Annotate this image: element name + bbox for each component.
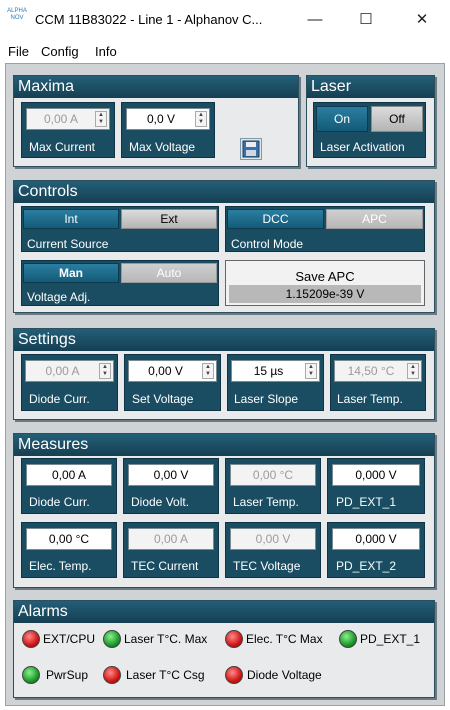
- voltage-adj-label: Voltage Adj.: [27, 290, 91, 304]
- alarm-pd-ext-1-led-icon: [339, 630, 357, 648]
- current-source-ext-button[interactable]: Ext: [121, 209, 217, 229]
- setting-laser-slope-value: 15 µs: [253, 364, 284, 378]
- setting-set-voltage-label: Set Voltage: [132, 392, 194, 406]
- measures-title: Measures: [14, 434, 434, 456]
- menu-file[interactable]: File: [8, 44, 29, 59]
- setting-diode-curr-label: Diode Curr.: [29, 392, 90, 406]
- maxima-title: Maxima: [14, 76, 298, 98]
- voltage-adj-auto-button[interactable]: Auto: [121, 263, 217, 283]
- measure-laser-temp-value: 0,00 °C: [230, 464, 316, 486]
- alarm-diode-voltage-led-icon: [225, 666, 243, 684]
- alarm-elec-temp-max-label: Elec. T°C Max: [246, 632, 323, 646]
- window-title: CCM 11B83022 - Line 1 - Alphanov C...: [35, 12, 263, 27]
- laser-activation-label: Laser Activation: [320, 140, 405, 154]
- measure-tec-voltage-value: 0,00 V: [230, 528, 316, 550]
- save-apc-label: Save APC: [295, 269, 355, 284]
- alarm-laser-temp-max-label: Laser T°C. Max: [124, 632, 208, 646]
- setting-laser-temp-value: 14,50 °C: [347, 364, 395, 378]
- measure-pd-ext-1-label: PD_EXT_1: [336, 495, 397, 509]
- setting-diode-curr-value: 0,00 A: [45, 364, 80, 378]
- measure-diode-curr-value: 0,00 A: [26, 464, 112, 486]
- alarm-pwrsup-led-icon: [22, 666, 40, 684]
- spinner-arrows-icon[interactable]: ▲ ▼: [95, 111, 107, 127]
- alarm-laser-temp-max-led-icon: [103, 630, 121, 648]
- spinner-arrows-icon[interactable]: ▲ ▼: [99, 363, 111, 379]
- close-button[interactable]: ✕: [407, 8, 437, 32]
- max-voltage-label: Max Voltage: [129, 140, 196, 154]
- laser-off-button[interactable]: Off: [371, 106, 423, 132]
- controls-title: Controls: [14, 181, 434, 203]
- alarm-pd-ext-1-label: PD_EXT_1: [360, 632, 421, 646]
- settings-title: Settings: [14, 329, 434, 351]
- max-voltage-value: 0,0 V: [146, 112, 176, 126]
- alarms-panel: Alarms: [13, 600, 435, 698]
- laser-title: Laser: [307, 76, 434, 98]
- current-source-label: Current Source: [27, 237, 109, 251]
- alarm-laser-temp-csg-led-icon: [103, 666, 121, 684]
- spinner-arrows-icon[interactable]: ▲ ▼: [202, 363, 214, 379]
- measure-pd-ext-2-label: PD_EXT_2: [336, 559, 397, 573]
- control-mode-apc-button[interactable]: APC: [326, 209, 423, 229]
- title-bar: ALPHA NOV CCM 11B83022 - Line 1 - Alphan…: [0, 0, 450, 40]
- save-apc-value: 1.15209e-39 V: [229, 285, 421, 303]
- minimize-button[interactable]: —: [300, 8, 330, 32]
- alarms-title: Alarms: [14, 601, 434, 623]
- measure-tec-current-label: TEC Current: [131, 559, 199, 573]
- measure-pd-ext-2-value: 0,000 V: [332, 528, 420, 550]
- measure-diode-volt-label: Diode Volt.: [131, 495, 190, 509]
- measure-pd-ext-1-value: 0,000 V: [332, 464, 420, 486]
- alarm-laser-temp-csg-label: Laser T°C Csg: [126, 668, 205, 682]
- measure-tec-voltage-label: TEC Voltage: [233, 559, 301, 573]
- alarm-ext-cpu-label: EXT/CPU: [43, 632, 96, 646]
- menu-info[interactable]: Info: [95, 44, 117, 59]
- alarm-diode-voltage-label: Diode Voltage: [247, 668, 322, 682]
- measure-elec-temp-value: 0,00 °C: [26, 528, 112, 550]
- laser-on-button[interactable]: On: [316, 106, 368, 132]
- save-apc-button[interactable]: Save APC 1.15209e-39 V: [225, 260, 425, 306]
- spinner-arrows-icon[interactable]: ▲ ▼: [195, 111, 207, 127]
- setting-diode-curr-input[interactable]: 0,00 A ▲ ▼: [25, 360, 114, 382]
- alarm-pwrsup-label: PwrSup: [46, 668, 89, 682]
- spinner-arrows-icon[interactable]: ▲ ▼: [407, 363, 419, 379]
- measure-tec-current-value: 0,00 A: [128, 528, 214, 550]
- control-mode-dcc-button[interactable]: DCC: [227, 209, 324, 229]
- measure-elec-temp-label: Elec. Temp.: [29, 559, 92, 573]
- menu-config[interactable]: Config: [41, 44, 79, 59]
- setting-laser-slope-input[interactable]: 15 µs ▲ ▼: [231, 360, 320, 382]
- max-voltage-input[interactable]: 0,0 V ▲ ▼: [126, 108, 210, 130]
- setting-laser-temp-input[interactable]: 14,50 °C ▲ ▼: [334, 360, 422, 382]
- setting-laser-temp-label: Laser Temp.: [337, 392, 403, 406]
- alarm-ext-cpu-led-icon: [22, 630, 40, 648]
- voltage-adj-man-button[interactable]: Man: [23, 263, 119, 283]
- setting-set-voltage-input[interactable]: 0,00 V ▲ ▼: [128, 360, 217, 382]
- floppy-disk-icon: [242, 140, 260, 158]
- save-button[interactable]: [240, 138, 262, 160]
- max-current-label: Max Current: [29, 140, 96, 154]
- measure-diode-volt-value: 0,00 V: [128, 464, 214, 486]
- max-current-value: 0,00 A: [43, 112, 79, 126]
- max-current-input[interactable]: 0,00 A ▲ ▼: [26, 108, 110, 130]
- setting-laser-slope-label: Laser Slope: [234, 392, 299, 406]
- alarm-elec-temp-max-led-icon: [225, 630, 243, 648]
- measure-diode-curr-label: Diode Curr.: [29, 495, 90, 509]
- spinner-arrows-icon[interactable]: ▲ ▼: [305, 363, 317, 379]
- measure-laser-temp-label: Laser Temp.: [233, 495, 299, 509]
- control-mode-label: Control Mode: [231, 237, 304, 251]
- maximize-button[interactable]: ☐: [351, 8, 381, 32]
- current-source-int-button[interactable]: Int: [23, 209, 119, 229]
- app-logo-icon: ALPHA NOV: [7, 8, 27, 21]
- setting-set-voltage-value: 0,00 V: [148, 364, 183, 378]
